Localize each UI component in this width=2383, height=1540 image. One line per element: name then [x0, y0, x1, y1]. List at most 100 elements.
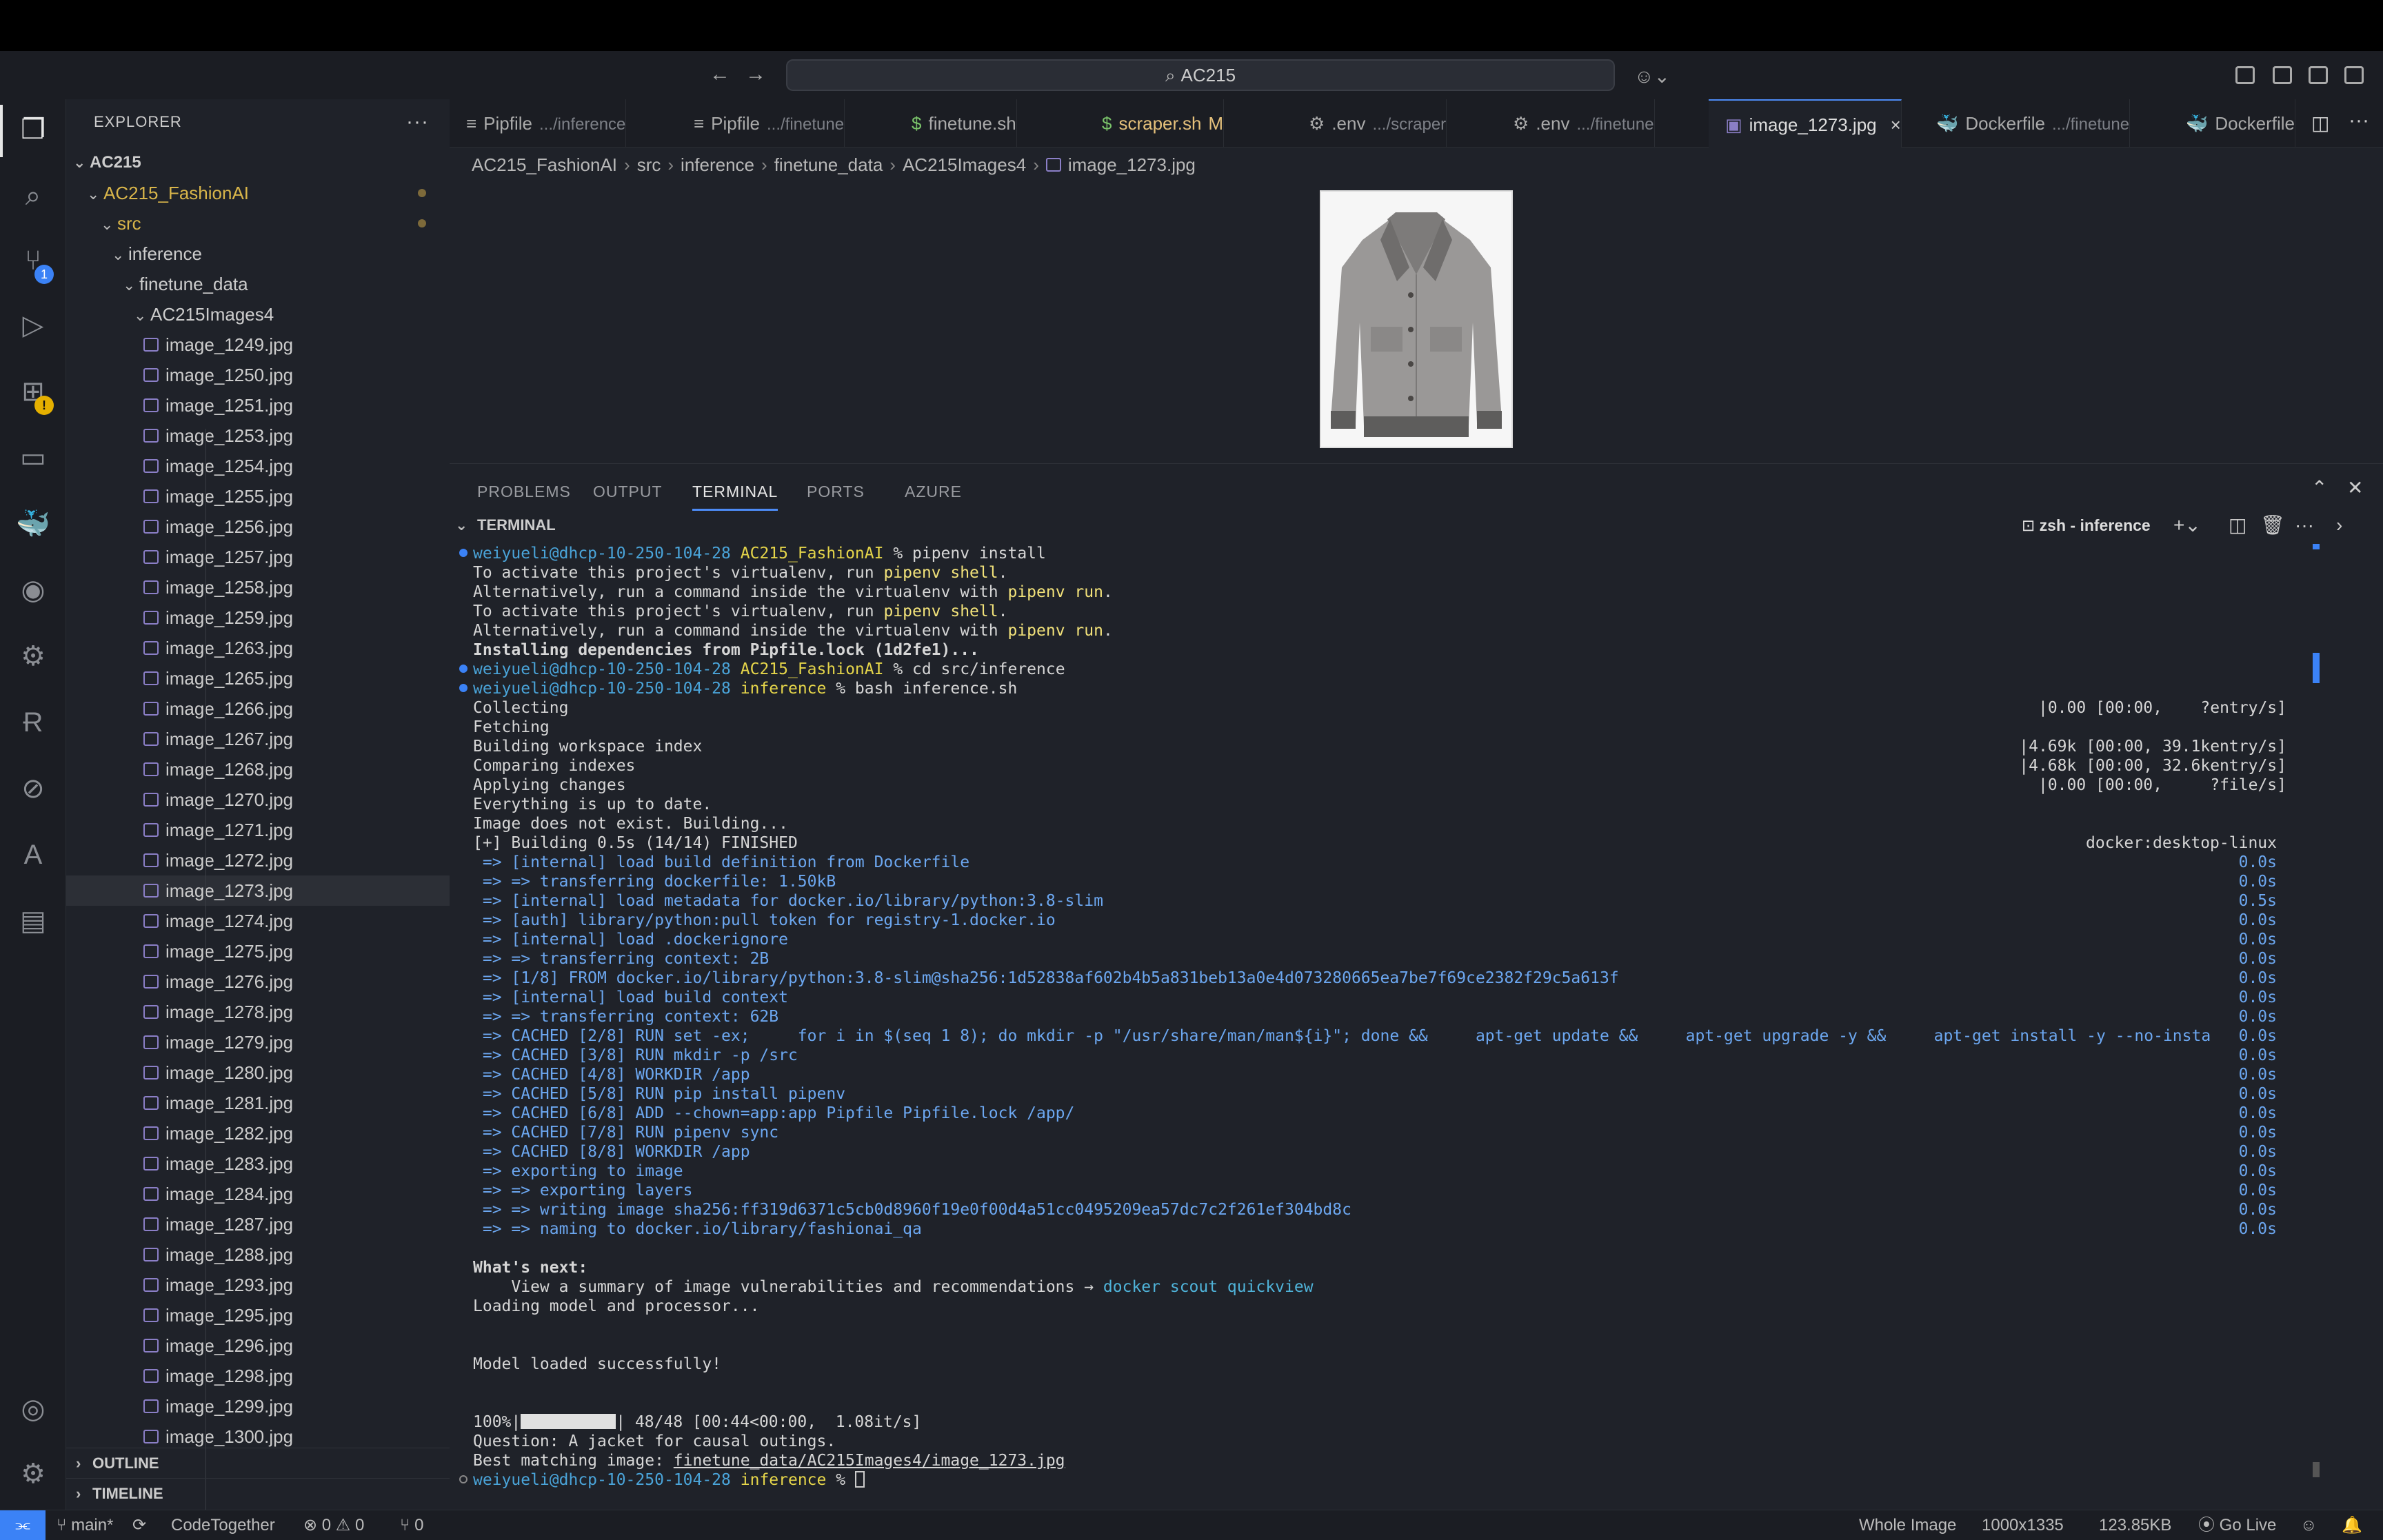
tree-file-item[interactable]: image_1284.jpg: [66, 1179, 450, 1209]
panel-tab-ports[interactable]: PORTS: [807, 476, 865, 511]
tree-file-item[interactable]: image_1268.jpg: [66, 754, 450, 784]
tree-folder-inference[interactable]: ⌄ inference: [66, 239, 450, 269]
tree-file-item[interactable]: image_1296.jpg: [66, 1330, 450, 1361]
back-arrow-icon[interactable]: ←: [707, 62, 732, 87]
close-tab-icon[interactable]: ×: [1891, 114, 1901, 135]
panel-tab-azure[interactable]: AZURE: [905, 476, 962, 511]
tree-file-item[interactable]: image_1272.jpg: [66, 845, 450, 875]
r-language-icon[interactable]: Ɍ: [15, 705, 51, 740]
outline-section[interactable]: › OUTLINE: [66, 1448, 450, 1478]
tree-file-item[interactable]: image_1267.jpg: [66, 724, 450, 754]
breadcrumb-item[interactable]: inference: [681, 154, 754, 175]
editor-tab[interactable]: ⚙ .env .../scraper: [1292, 99, 1447, 148]
more-actions-icon[interactable]: ···: [2349, 109, 2369, 132]
editor-tab[interactable]: ≡ Pipfile .../inference: [450, 99, 627, 148]
chevron-right-icon[interactable]: ›: [2336, 508, 2342, 543]
editor-tab[interactable]: ≡ Pipfile .../finetune: [677, 99, 845, 148]
tree-folder-project[interactable]: ⌄ AC215_FashionAI: [66, 178, 450, 208]
terminal-instance-label[interactable]: ⊡ zsh - inference: [2022, 508, 2151, 543]
notifications-bell-icon[interactable]: 🔔: [2342, 1510, 2362, 1540]
editor-tab[interactable]: $ finetune.sh: [895, 99, 1017, 148]
ports-status[interactable]: ⑂ 0: [400, 1510, 423, 1540]
forward-arrow-icon[interactable]: →: [743, 62, 768, 87]
tree-file-item[interactable]: image_1271.jpg: [66, 815, 450, 845]
codetogether-status[interactable]: CodeTogether: [171, 1510, 275, 1540]
breadcrumb-item[interactable]: image_1273.jpg: [1068, 154, 1196, 175]
code-icon[interactable]: ⊘: [15, 771, 51, 807]
tree-file-item[interactable]: image_1299.jpg: [66, 1391, 450, 1421]
tree-file-item[interactable]: image_1275.jpg: [66, 936, 450, 966]
docker-icon[interactable]: 🐳: [15, 506, 51, 542]
remote-indicator-icon[interactable]: ⫘: [0, 1510, 46, 1540]
customize-layout-icon[interactable]: [2344, 66, 2364, 84]
tree-file-item[interactable]: image_1295.jpg: [66, 1300, 450, 1330]
tree-file-item[interactable]: image_1253.jpg: [66, 421, 450, 451]
tree-file-item[interactable]: image_1251.jpg: [66, 390, 450, 421]
chat-icon[interactable]: ▤: [15, 903, 51, 939]
tree-file-item[interactable]: image_1280.jpg: [66, 1057, 450, 1088]
tree-file-item[interactable]: image_1293.jpg: [66, 1270, 450, 1300]
tree-file-item[interactable]: image_1265.jpg: [66, 663, 450, 693]
editor-tab[interactable]: 🐳 Dockerfile: [2169, 99, 2295, 148]
tree-folder-images[interactable]: ⌄ AC215Images4: [66, 299, 450, 330]
azure-icon[interactable]: A: [15, 837, 51, 873]
editor-tab[interactable]: $ scraper.sh M: [1085, 99, 1225, 148]
tree-file-item[interactable]: image_1273.jpg: [66, 875, 450, 906]
tree-file-item[interactable]: image_1266.jpg: [66, 693, 450, 724]
explorer-icon[interactable]: ❐: [15, 112, 51, 148]
tree-file-item[interactable]: image_1282.jpg: [66, 1118, 450, 1148]
tree-file-item[interactable]: image_1257.jpg: [66, 542, 450, 572]
tree-file-item[interactable]: image_1256.jpg: [66, 511, 450, 542]
toggle-secondary-sidebar-icon[interactable]: [2309, 66, 2328, 84]
toggle-primary-sidebar-icon[interactable]: [2235, 66, 2255, 84]
best-match-link[interactable]: finetune_data/AC215Images4/image_1273.jp…: [674, 1452, 1065, 1470]
tree-file-item[interactable]: image_1288.jpg: [66, 1239, 450, 1270]
copilot-icon[interactable]: ☺⌄: [1634, 65, 1670, 88]
tree-file-item[interactable]: image_1254.jpg: [66, 451, 450, 481]
toggle-panel-icon[interactable]: [2273, 66, 2292, 84]
tree-file-item[interactable]: image_1298.jpg: [66, 1361, 450, 1391]
github-icon[interactable]: ◉: [15, 572, 51, 608]
search-icon[interactable]: ⌕: [15, 178, 51, 214]
manage-gear-icon[interactable]: ⚙: [15, 1456, 51, 1492]
panel-tab-terminal[interactable]: TERMINAL: [692, 476, 778, 511]
tree-file-item[interactable]: image_1258.jpg: [66, 572, 450, 602]
remote-explorer-icon[interactable]: ▭: [15, 440, 51, 476]
command-center-search[interactable]: ⌕ AC215: [786, 59, 1615, 91]
tree-file-item[interactable]: image_1259.jpg: [66, 602, 450, 633]
maximize-panel-icon[interactable]: ⌃: [2311, 476, 2327, 499]
tree-file-item[interactable]: image_1276.jpg: [66, 966, 450, 997]
terminal-output[interactable]: weiyueli@dhcp-10-250-104-28 AC215_Fashio…: [459, 544, 2286, 1490]
breadcrumb-item[interactable]: finetune_data: [774, 154, 883, 175]
tree-file-item[interactable]: image_1250.jpg: [66, 360, 450, 390]
editor-tab[interactable]: ▣ image_1273.jpg ×: [1709, 99, 1902, 148]
run-debug-icon[interactable]: ▷: [15, 307, 51, 343]
problems-status[interactable]: ⊗ 0 ⚠ 0: [303, 1510, 364, 1540]
tree-file-item[interactable]: image_1274.jpg: [66, 906, 450, 936]
terminal-prompt[interactable]: weiyueli@dhcp-10-250-104-28 inference %: [459, 1470, 865, 1490]
tree-folder-finetune-data[interactable]: ⌄ finetune_data: [66, 269, 450, 299]
tree-file-item[interactable]: image_1279.jpg: [66, 1027, 450, 1057]
branch-indicator[interactable]: ⑂ main*: [57, 1510, 113, 1540]
timeline-section[interactable]: › TIMELINE: [66, 1478, 450, 1508]
image-zoom-status[interactable]: Whole Image: [1859, 1510, 1956, 1540]
tree-file-item[interactable]: image_1255.jpg: [66, 481, 450, 511]
settings-sync-icon[interactable]: ⚙: [15, 638, 51, 674]
close-panel-icon[interactable]: ✕: [2347, 476, 2363, 499]
more-actions-icon[interactable]: ···: [406, 99, 429, 145]
editor-tab[interactable]: ⚙ .env .../finetune: [1496, 99, 1655, 148]
tree-root[interactable]: ⌄ AC215: [66, 148, 450, 178]
tree-file-item[interactable]: image_1287.jpg: [66, 1209, 450, 1239]
tree-file-item[interactable]: image_1278.jpg: [66, 997, 450, 1027]
accounts-icon[interactable]: ◎: [15, 1391, 51, 1427]
panel-tab-problems[interactable]: PROBLEMS: [477, 476, 571, 511]
sync-icon[interactable]: ⟳: [132, 1510, 146, 1540]
kill-terminal-icon[interactable]: 🗑: [2260, 508, 2285, 543]
editor-tab[interactable]: 🐳 Dockerfile .../finetune: [1920, 99, 2131, 148]
breadcrumb-item[interactable]: AC215_FashionAI: [472, 154, 617, 175]
tree-file-item[interactable]: image_1283.jpg: [66, 1148, 450, 1179]
go-live-button[interactable]: ⦿ Go Live: [2198, 1510, 2276, 1540]
panel-tab-output[interactable]: OUTPUT: [593, 476, 663, 511]
tree-file-item[interactable]: image_1263.jpg: [66, 633, 450, 663]
split-terminal-icon[interactable]: ◫: [2229, 508, 2246, 543]
